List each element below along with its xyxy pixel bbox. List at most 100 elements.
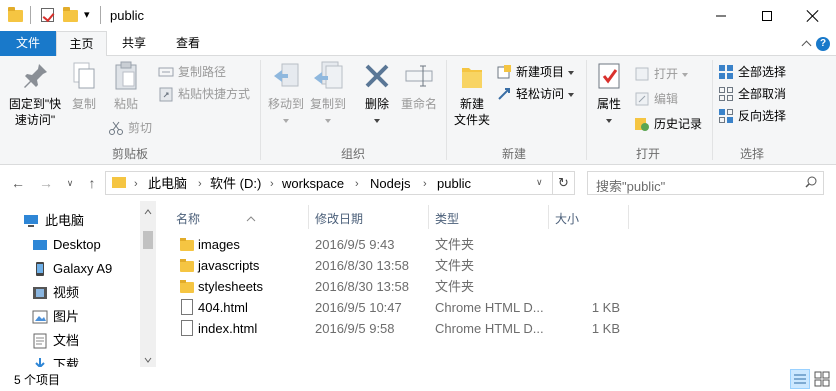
tab-share[interactable]: 共享 xyxy=(110,31,158,56)
group-separator xyxy=(260,60,261,160)
copy-icon xyxy=(68,60,100,92)
file-date: 2016/9/5 9:58 xyxy=(315,321,395,336)
nav-item-downloads[interactable]: 下载 xyxy=(0,353,79,367)
customize-quick-access-dropdown[interactable]: ▾ xyxy=(84,8,90,21)
pictures-icon xyxy=(32,309,48,325)
nav-item-desktop[interactable]: Desktop xyxy=(0,233,101,257)
scissors-icon xyxy=(108,120,124,136)
column-header-name[interactable]: 名称 xyxy=(170,207,307,231)
cut-button[interactable]: 剪切 xyxy=(108,118,152,138)
tab-file[interactable]: 文件 xyxy=(0,31,56,56)
move-to-dropdown-icon xyxy=(283,118,289,123)
close-button[interactable] xyxy=(790,0,836,31)
phone-icon xyxy=(32,261,48,277)
breadcrumb-drive-d[interactable]: 软件 (D:) xyxy=(210,176,261,192)
paste-icon xyxy=(110,60,142,92)
nav-item-videos[interactable]: 视频 xyxy=(0,281,79,305)
easy-access-button[interactable]: 轻松访问 xyxy=(496,84,575,104)
select-none-button[interactable]: 全部取消 xyxy=(718,84,786,104)
maximize-button[interactable] xyxy=(744,0,790,31)
back-button[interactable]: ← xyxy=(10,175,26,191)
file-row-images[interactable]: images 2016/9/5 9:43 文件夹 xyxy=(170,234,810,255)
search-icon[interactable] xyxy=(805,176,817,188)
select-none-label: 全部取消 xyxy=(738,87,787,101)
search-input[interactable]: 搜索"public" xyxy=(587,171,824,195)
column-header-type[interactable]: 类型 xyxy=(429,207,549,231)
new-item-button[interactable]: 新建项目 xyxy=(496,62,575,82)
breadcrumb-this-pc[interactable]: 此电脑 xyxy=(148,176,187,192)
forward-button[interactable]: → xyxy=(38,175,54,191)
breadcrumb-public[interactable]: public xyxy=(437,176,471,192)
paste-shortcut-label: 粘贴快捷方式 xyxy=(178,87,251,101)
open-group-label: 打开 xyxy=(635,147,660,161)
history-icon xyxy=(634,116,650,132)
breadcrumb-workspace[interactable]: workspace xyxy=(282,176,344,192)
address-bar[interactable]: › 此电脑 › 软件 (D:) › workspace › Nodejs › p… xyxy=(105,171,575,195)
column-header-date[interactable]: 修改日期 xyxy=(309,207,427,231)
file-row-javascripts[interactable]: javascripts 2016/8/30 13:58 文件夹 xyxy=(170,255,810,276)
pin-to-quick-access-button[interactable]: 固定到"快 速访问" xyxy=(4,60,66,128)
file-name: 404.html xyxy=(198,300,248,315)
delete-button[interactable]: 删除 xyxy=(358,60,396,123)
breadcrumb-separator: › xyxy=(270,178,274,190)
nav-item-pictures[interactable]: 图片 xyxy=(0,305,79,329)
recent-locations-button[interactable]: ∨ xyxy=(62,175,78,191)
item-count: 5 个项目 xyxy=(14,373,61,387)
easy-access-icon xyxy=(496,86,512,102)
edit-button[interactable]: 编辑 xyxy=(634,89,678,109)
new-folder-icon[interactable] xyxy=(63,7,79,23)
column-header-size[interactable]: 大小 xyxy=(549,207,627,231)
properties-button[interactable]: 属性 xyxy=(590,60,628,123)
select-all-button[interactable]: 全部选择 xyxy=(718,62,786,82)
scroll-up-icon[interactable] xyxy=(144,205,152,215)
collapse-ribbon-icon[interactable] xyxy=(802,39,812,49)
video-icon xyxy=(32,285,48,301)
help-icon[interactable]: ? xyxy=(816,37,830,51)
nav-item-galaxy-a9[interactable]: Galaxy A9 xyxy=(0,257,112,281)
large-icons-view-button[interactable] xyxy=(812,369,832,389)
paste-button[interactable]: 粘贴 xyxy=(108,60,144,112)
file-row-404-html[interactable]: 404.html 2016/9/5 10:47 Chrome HTML D...… xyxy=(170,297,810,318)
select-group-label: 选择 xyxy=(739,147,764,161)
copy-to-button[interactable]: 复制到 xyxy=(306,60,350,123)
properties-icon[interactable] xyxy=(40,7,56,23)
move-to-button[interactable]: 移动到 xyxy=(264,60,308,123)
tab-home[interactable]: 主页 xyxy=(56,31,107,57)
nav-item-documents[interactable]: 文档 xyxy=(0,329,79,353)
address-history-dropdown-icon[interactable]: ∨ xyxy=(536,177,543,188)
details-view-icon xyxy=(794,374,806,384)
new-group-label: 新建 xyxy=(501,147,526,161)
refresh-button[interactable]: ↻ xyxy=(552,172,574,194)
invert-selection-icon xyxy=(718,108,734,124)
tab-view[interactable]: 查看 xyxy=(163,31,213,56)
new-folder-button[interactable]: 新建 文件夹 xyxy=(450,60,494,128)
copy-path-button[interactable]: 复制路径 xyxy=(158,62,226,82)
cut-label: 剪切 xyxy=(128,121,153,135)
copy-button[interactable]: 复制 xyxy=(66,60,102,112)
details-view-button[interactable] xyxy=(790,369,810,389)
title-bar: ▾ public xyxy=(0,0,836,31)
properties-icon xyxy=(593,60,625,92)
file-row-index-html[interactable]: index.html 2016/9/5 9:58 Chrome HTML D..… xyxy=(170,318,810,339)
rename-button[interactable]: 重命名 xyxy=(398,60,440,112)
nav-item-this-pc[interactable]: 此电脑 xyxy=(0,209,84,233)
breadcrumb-nodejs[interactable]: Nodejs xyxy=(370,176,410,192)
up-button[interactable]: ↑ xyxy=(84,175,100,191)
invert-selection-button[interactable]: 反向选择 xyxy=(718,106,786,126)
minimize-button[interactable] xyxy=(698,0,744,31)
rename-label: 重命名 xyxy=(400,97,437,111)
scroll-down-icon[interactable] xyxy=(144,353,152,363)
ribbon-tabs: 文件 主页 共享 查看 ? xyxy=(0,31,836,57)
history-button[interactable]: 历史记录 xyxy=(634,114,702,134)
open-button[interactable]: 打开 xyxy=(634,64,689,84)
navigation-scrollbar[interactable] xyxy=(140,201,156,367)
file-row-stylesheets[interactable]: stylesheets 2016/8/30 13:58 文件夹 xyxy=(170,276,810,297)
copy-label: 复制 xyxy=(71,97,96,111)
new-folder-label-line1: 新建 xyxy=(459,97,484,111)
properties-label: 属性 xyxy=(596,97,621,111)
file-type: 文件夹 xyxy=(435,237,475,252)
scrollbar-thumb[interactable] xyxy=(143,231,153,249)
column-divider[interactable] xyxy=(628,205,629,229)
folder-icon xyxy=(8,7,24,23)
paste-shortcut-button[interactable]: 粘贴快捷方式 xyxy=(158,84,250,104)
